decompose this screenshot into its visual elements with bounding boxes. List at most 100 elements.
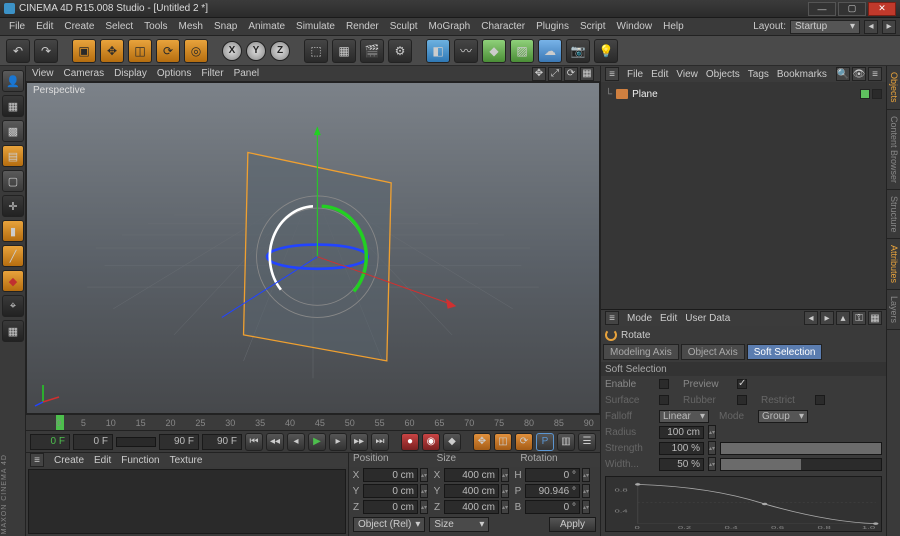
prev-key-button[interactable]: ◂◂ — [266, 433, 284, 451]
menu-plugins[interactable]: Plugins — [531, 19, 574, 34]
menu-mesh[interactable]: Mesh — [174, 19, 208, 34]
model-mode-button[interactable]: ▦ — [2, 95, 24, 117]
edge-mode-button[interactable]: ╱ — [2, 245, 24, 267]
coord-system-button[interactable]: ⬚ — [304, 39, 328, 63]
rot-h-field[interactable]: 0 ° — [525, 468, 580, 482]
mat-menu-icon[interactable]: ≡ — [30, 453, 44, 467]
axis-mode-button[interactable]: ✛ — [2, 195, 24, 217]
falloff-curve[interactable]: 0.8 0.4 0 0.2 0.4 0.6 0.8 1.0 — [605, 476, 882, 532]
menu-script[interactable]: Script — [575, 19, 611, 34]
spin-icon[interactable]: ▴▾ — [501, 484, 509, 498]
menu-snap[interactable]: Snap — [209, 19, 242, 34]
spin-icon[interactable]: ▴▾ — [582, 468, 590, 482]
redo-button[interactable]: ↷ — [34, 39, 58, 63]
am-lock-icon[interactable]: ⚿ — [852, 311, 866, 325]
strength-field[interactable]: 100 % — [659, 442, 704, 455]
menu-select[interactable]: Select — [100, 19, 138, 34]
vp-nav4-icon[interactable]: ▦ — [580, 67, 594, 81]
falloff-select[interactable]: Linear▾ — [659, 410, 709, 423]
om-menu-edit[interactable]: Edit — [651, 69, 668, 80]
mat-menu-create[interactable]: Create — [54, 455, 84, 466]
generator-button[interactable]: ◆ — [482, 39, 506, 63]
coord-apply-button[interactable]: Apply — [549, 517, 596, 532]
menu-animate[interactable]: Animate — [243, 19, 290, 34]
tab-modeling-axis[interactable]: Modeling Axis — [603, 344, 679, 360]
width-slider[interactable] — [720, 458, 882, 471]
vp-nav2-icon[interactable]: ⤢ — [548, 67, 562, 81]
vp-nav1-icon[interactable]: ✥ — [532, 67, 546, 81]
options-button[interactable]: ☰ — [578, 433, 596, 451]
workplane2-button[interactable]: ▦ — [2, 320, 24, 342]
am-back-icon[interactable]: ◂ — [804, 311, 818, 325]
spin-icon[interactable]: ▴▾ — [582, 500, 590, 514]
record-button[interactable]: ● — [401, 433, 419, 451]
texture-mode-button[interactable]: ▩ — [2, 120, 24, 142]
pos-x-field[interactable]: 0 cm — [363, 468, 418, 482]
menu-file[interactable]: File — [4, 19, 30, 34]
surface-checkbox[interactable] — [659, 395, 669, 405]
render-settings-button[interactable]: ⚙ — [388, 39, 412, 63]
radius-field[interactable]: 100 cm — [659, 426, 704, 439]
am-fwd-icon[interactable]: ▸ — [820, 311, 834, 325]
menu-sculpt[interactable]: Sculpt — [385, 19, 423, 34]
om-search-icon[interactable]: 🔍 — [836, 67, 850, 81]
om-menu-file[interactable]: File — [627, 69, 643, 80]
am-menu-userdata[interactable]: User Data — [685, 313, 730, 324]
timeline[interactable]: 0510 152025 303540 455055 606570 758085 … — [26, 414, 600, 430]
y-axis-toggle[interactable]: Y — [246, 41, 266, 61]
om-menu-tags[interactable]: Tags — [748, 69, 769, 80]
spin-icon[interactable]: ▴▾ — [420, 468, 428, 482]
strength-slider[interactable] — [720, 442, 882, 455]
coord-mode-select[interactable]: Object (Rel)▾ — [353, 517, 425, 532]
goto-end-button[interactable]: ⏭ — [371, 433, 389, 451]
object-mode-button[interactable]: ▢ — [2, 170, 24, 192]
autokey-button[interactable]: ◉ — [422, 433, 440, 451]
coord-size-select[interactable]: Size▾ — [429, 517, 489, 532]
am-up-icon[interactable]: ▴ — [836, 311, 850, 325]
scale-key-button[interactable]: ◫ — [494, 433, 512, 451]
object-tree[interactable]: └ Plane — [601, 82, 886, 309]
vp-menu-panel[interactable]: Panel — [234, 68, 260, 79]
undo-button[interactable]: ↶ — [6, 39, 30, 63]
primitive-cube-button[interactable]: ◧ — [426, 39, 450, 63]
om-filter-icon[interactable]: ≡ — [868, 67, 882, 81]
end-frame-field[interactable]: 90 F — [159, 434, 199, 450]
om-menu-bookmarks[interactable]: Bookmarks — [777, 69, 827, 80]
select-tool[interactable]: ▣ — [72, 39, 96, 63]
snap-button[interactable]: ⌖ — [2, 295, 24, 317]
vp-menu-view[interactable]: View — [32, 68, 54, 79]
prev-frame-button[interactable]: ◂ — [287, 433, 305, 451]
om-menu-objects[interactable]: Objects — [706, 69, 740, 80]
keyframe-sel-button[interactable]: ◆ — [443, 433, 461, 451]
menu-character[interactable]: Character — [476, 19, 530, 34]
size-x-field[interactable]: 400 cm — [444, 468, 499, 482]
spin-icon[interactable]: ▴▾ — [501, 468, 509, 482]
camera-button[interactable]: 📷 — [566, 39, 590, 63]
render-view-button[interactable]: ▦ — [332, 39, 356, 63]
menu-create[interactable]: Create — [59, 19, 99, 34]
om-menu-view[interactable]: View — [676, 69, 698, 80]
current-frame-field[interactable]: 0 F — [30, 434, 70, 450]
viewport[interactable]: Perspective — [26, 82, 600, 414]
mat-menu-function[interactable]: Function — [121, 455, 159, 466]
vp-menu-filter[interactable]: Filter — [201, 68, 223, 79]
spin-icon[interactable]: ▴▾ — [708, 425, 716, 439]
param-key-button[interactable]: P — [536, 433, 554, 451]
enable-checkbox[interactable] — [659, 379, 669, 389]
deformer-button[interactable]: ▨ — [510, 39, 534, 63]
layout-select[interactable]: Startup▾ — [790, 20, 860, 34]
menu-help[interactable]: Help — [658, 19, 689, 34]
start-frame-field[interactable]: 0 F — [73, 434, 113, 450]
workplane-button[interactable]: ▤ — [2, 145, 24, 167]
rtab-attributes[interactable]: Attributes — [887, 239, 900, 290]
spin-icon[interactable]: ▴▾ — [420, 484, 428, 498]
om-eye-icon[interactable]: 👁 — [852, 67, 866, 81]
am-menu-icon[interactable]: ≡ — [605, 311, 619, 325]
polygon-mode-button[interactable]: ◆ — [2, 270, 24, 292]
close-button[interactable]: ✕ — [868, 2, 896, 16]
am-menu-mode[interactable]: Mode — [627, 313, 652, 324]
tab-object-axis[interactable]: Object Axis — [681, 344, 745, 360]
rot-b-field[interactable]: 0 ° — [525, 500, 580, 514]
menu-simulate[interactable]: Simulate — [291, 19, 340, 34]
spline-button[interactable]: 〰 — [454, 39, 478, 63]
